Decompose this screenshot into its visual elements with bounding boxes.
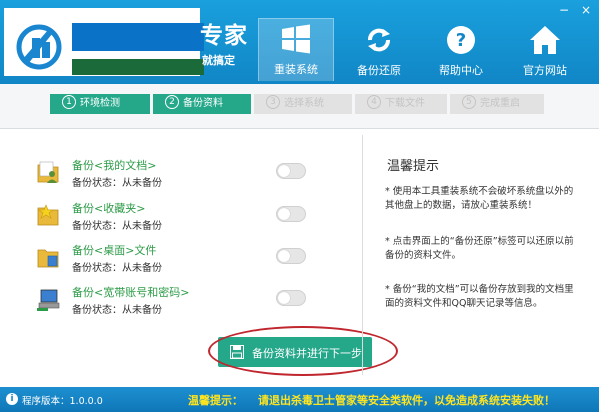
content-area: 备份<我的文档> 备份状态：从未备份 备份<收藏夹> 备份状态：从未备份 备份< (0, 129, 599, 387)
logo-redacted-bar (72, 23, 204, 51)
close-button[interactable]: × (578, 3, 594, 17)
brand-title: 专家 (200, 23, 248, 49)
backup-toggle[interactable] (276, 163, 306, 179)
backup-item-favorites: 备份<收藏夹> 备份状态：从未备份 (36, 200, 336, 236)
home-icon (530, 26, 560, 54)
backup-item-status: 备份状态：从未备份 (72, 221, 162, 232)
minimize-button[interactable]: − (556, 3, 572, 17)
step-environment-check: 1 环境检测 (50, 94, 150, 114)
version-text: 程序版本：1.0.0.0 (22, 396, 103, 407)
step-label: 备份资料 (183, 98, 223, 109)
network-computer-icon (37, 289, 60, 311)
step-label: 完成重启 (480, 98, 520, 109)
backup-item-status: 备份状态：从未备份 (72, 178, 162, 189)
step-number: 2 (165, 95, 179, 109)
step-number: 3 (266, 95, 280, 109)
info-icon: i (6, 393, 18, 405)
toggle-knob (278, 208, 290, 220)
backup-item-title: 备份<收藏夹> (72, 202, 146, 215)
my-documents-folder-icon (37, 161, 59, 183)
nav-help-center[interactable]: ? 帮助中心 (424, 20, 498, 80)
app-window: 专家 就搞定 − × 重装系统 备份还原 ? 帮助中心 官方网站 1 环境检测 … (0, 0, 599, 412)
highlight-annotation (208, 326, 398, 376)
toggle-knob (278, 292, 290, 304)
refresh-icon (368, 28, 390, 52)
backup-item-desktop: 备份<桌面>文件 备份状态：从未备份 (36, 242, 336, 278)
footer-warning-text: 请退出杀毒卫士管家等安全类软件，以免造成系统安装失败！ (258, 394, 555, 407)
nav-backup-restore[interactable]: 备份还原 (342, 20, 416, 80)
step-label: 下载文件 (385, 98, 425, 109)
step-number: 1 (62, 95, 76, 109)
step-label: 环境检测 (80, 98, 120, 109)
tip-item: * 点击界面上的“备份还原”标签可以还原以前备份的资料文件。 (385, 236, 574, 261)
nav-label: 帮助中心 (439, 64, 483, 77)
tips-title: 温馨提示 (387, 159, 440, 174)
backup-item-status: 备份状态：从未备份 (72, 305, 162, 316)
step-number: 5 (462, 95, 476, 109)
nav-official-site[interactable]: 官方网站 (508, 20, 582, 80)
brand-slogan: 就搞定 (202, 54, 235, 67)
logo-redacted-bar (72, 59, 204, 75)
footer-warning-label: 温馨提示： (188, 394, 243, 407)
svg-text:?: ? (456, 30, 466, 51)
footer-bar: i 程序版本：1.0.0.0 温馨提示： 请退出杀毒卫士管家等安全类软件，以免造… (0, 387, 599, 412)
step-number: 4 (367, 95, 381, 109)
logo-mark-icon (16, 24, 62, 70)
question-icon: ? (447, 26, 475, 54)
desktop-folder-icon (37, 249, 59, 268)
toggle-knob (278, 250, 290, 262)
windows-logo-icon (282, 24, 310, 54)
step-download-files: 4 下载文件 (355, 94, 447, 114)
logo (4, 8, 204, 76)
backup-item-my-documents: 备份<我的文档> 备份状态：从未备份 (36, 157, 336, 193)
favorites-folder-icon (37, 204, 59, 226)
backup-item-title: 备份<桌面>文件 (72, 244, 157, 257)
nav-label: 官方网站 (523, 64, 567, 77)
backup-item-title: 备份<宽带账号和密码> (72, 286, 190, 299)
step-label: 选择系统 (284, 98, 324, 109)
backup-item-status: 备份状态：从未备份 (72, 263, 162, 274)
backup-toggle[interactable] (276, 290, 306, 306)
backup-item-broadband-account: 备份<宽带账号和密码> 备份状态：从未备份 (36, 284, 336, 320)
nav-label: 重装系统 (274, 63, 318, 76)
toggle-knob (278, 165, 290, 177)
tip-item: * 备份“我的文档”可以备份存放到我的文档里面的资料文件和QQ聊天记录等信息。 (385, 284, 574, 309)
nav-label: 备份还原 (357, 64, 401, 77)
step-finish-restart: 5 完成重启 (450, 94, 544, 114)
backup-options-panel: 备份<我的文档> 备份状态：从未备份 备份<收藏夹> 备份状态：从未备份 备份< (0, 129, 398, 387)
backup-item-title: 备份<我的文档> (72, 159, 157, 172)
progress-steps: 1 环境检测 2 备份资料 3 选择系统 4 下载文件 5 完成重启 (0, 84, 599, 129)
panel-divider (362, 135, 363, 375)
header-bar: 专家 就搞定 − × 重装系统 备份还原 ? 帮助中心 官方网站 (0, 0, 599, 84)
tip-item: * 使用本工具重装系统不会破坏系统盘以外的其他盘上的数据，请放心重装系统！ (385, 186, 574, 211)
nav-reinstall-system[interactable]: 重装系统 (258, 18, 334, 81)
backup-toggle[interactable] (276, 248, 306, 264)
step-select-system: 3 选择系统 (254, 94, 352, 114)
step-backup-data: 2 备份资料 (153, 94, 251, 114)
backup-toggle[interactable] (276, 206, 306, 222)
